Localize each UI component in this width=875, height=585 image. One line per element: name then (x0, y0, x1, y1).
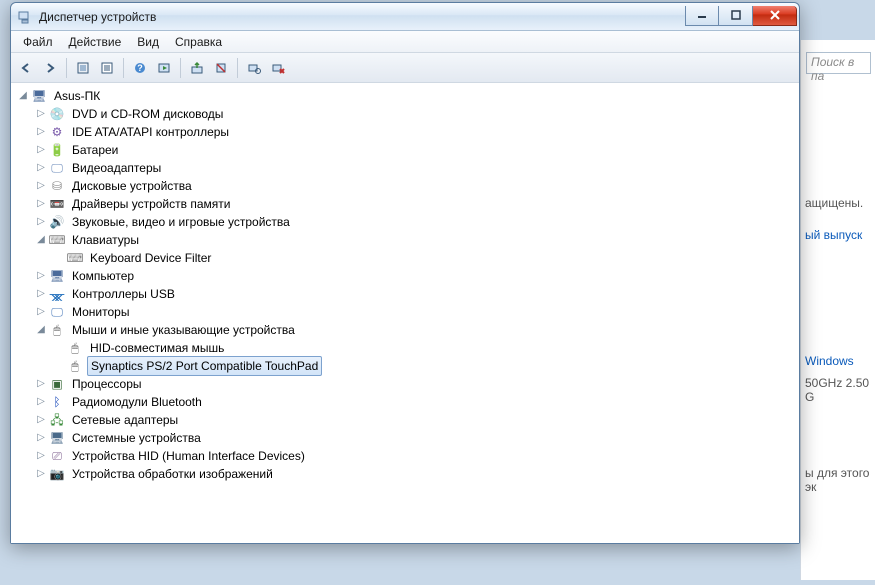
tree-item-battery[interactable]: Батареи (69, 141, 121, 159)
properties-button[interactable] (96, 57, 118, 79)
tree-item-disk[interactable]: Дисковые устройства (69, 177, 195, 195)
hid-icon: ⎚ (49, 448, 65, 464)
expander-icon[interactable]: ▷ (33, 159, 49, 177)
menu-action[interactable]: Действие (61, 32, 130, 52)
tree-item-video[interactable]: Видеоадаптеры (69, 159, 164, 177)
toolbar-separator (237, 58, 238, 78)
cpu-icon: ▣ (49, 376, 65, 392)
minimize-button[interactable] (685, 6, 719, 26)
tree-item-keyboards[interactable]: Клавиатуры (69, 231, 142, 249)
tree-root[interactable]: Asus-ПК (51, 87, 103, 105)
tree-item-mice[interactable]: Мыши и иные указывающие устройства (69, 321, 298, 339)
menu-file[interactable]: Файл (15, 32, 61, 52)
toolbar: ? (11, 53, 799, 83)
toolbar-separator (66, 58, 67, 78)
app-icon (17, 9, 33, 25)
bg-text-cpu: 50GHz 2.50 G (805, 376, 871, 404)
imaging-icon: 📷 (49, 466, 65, 482)
expander-icon[interactable]: ◢ (33, 231, 49, 249)
action-button[interactable] (153, 57, 175, 79)
expander-icon[interactable]: ▷ (33, 123, 49, 141)
tree-item-hid-mouse[interactable]: HID-совместимая мышь (87, 339, 227, 357)
search-input[interactable]: Поиск в па (806, 52, 871, 74)
tree-item-network[interactable]: Сетевые адаптеры (69, 411, 181, 429)
expander-icon[interactable]: ▷ (33, 105, 49, 123)
bluetooth-icon: ᛒ (49, 394, 65, 410)
menu-help[interactable]: Справка (167, 32, 230, 52)
back-button[interactable] (15, 57, 37, 79)
bg-text: ащищены. (805, 196, 871, 210)
tree-item-dvd[interactable]: DVD и CD-ROM дисководы (69, 105, 226, 123)
uninstall-button[interactable] (210, 57, 232, 79)
tree-item-cpu[interactable]: Процессоры (69, 375, 145, 393)
memory-driver-icon: 📼 (49, 196, 65, 212)
menubar: Файл Действие Вид Справка (11, 31, 799, 53)
scan-hardware-button[interactable] (243, 57, 265, 79)
tree-item-bluetooth[interactable]: Радиомодули Bluetooth (69, 393, 205, 411)
expander-icon[interactable]: ▷ (33, 303, 49, 321)
system-icon: 🖥 (49, 430, 65, 446)
disable-button[interactable] (267, 57, 289, 79)
tree-item-hid[interactable]: Устройства HID (Human Interface Devices) (69, 447, 308, 465)
expander-icon[interactable]: ▷ (33, 285, 49, 303)
dvd-icon: 💿 (49, 106, 65, 122)
tree-item-computer[interactable]: Компьютер (69, 267, 137, 285)
expander-icon[interactable]: ▷ (33, 213, 49, 231)
tree-item-system[interactable]: Системные устройства (69, 429, 204, 447)
tree-item-synaptics-touchpad[interactable]: Synaptics PS/2 Port Compatible TouchPad (87, 356, 322, 376)
expander-icon[interactable]: ▷ (33, 429, 49, 447)
expander-icon[interactable]: ▷ (33, 195, 49, 213)
background-panel: ащищены. ый выпуск Windows 50GHz 2.50 G … (800, 40, 875, 580)
expander-icon[interactable]: ◢ (15, 87, 31, 105)
disk-icon: ⛁ (49, 178, 65, 194)
network-icon: 🖧 (49, 412, 65, 428)
keyboard-icon: ⌨ (67, 250, 83, 266)
menu-view[interactable]: Вид (129, 32, 167, 52)
tree-item-memdrv[interactable]: Драйверы устройств памяти (69, 195, 233, 213)
expander-icon[interactable]: ▷ (33, 267, 49, 285)
expander-icon[interactable]: ◢ (33, 321, 49, 339)
toolbar-separator (180, 58, 181, 78)
toolbar-separator (123, 58, 124, 78)
display-adapter-icon: 🖵 (49, 160, 65, 176)
forward-button[interactable] (39, 57, 61, 79)
show-hidden-button[interactable] (72, 57, 94, 79)
expander-icon[interactable]: ▷ (33, 177, 49, 195)
titlebar[interactable]: Диспетчер устройств (11, 3, 799, 31)
svg-text:?: ? (137, 63, 143, 73)
maximize-button[interactable] (719, 6, 753, 26)
update-driver-button[interactable] (186, 57, 208, 79)
sound-icon: 🔊 (49, 214, 65, 230)
tree-item-monitors[interactable]: Мониторы (69, 303, 132, 321)
expander-icon[interactable]: ▷ (33, 447, 49, 465)
expander-icon[interactable]: ▷ (33, 465, 49, 483)
usb-icon: ᚘ (49, 286, 65, 302)
expander-icon[interactable]: ▷ (33, 393, 49, 411)
mouse-icon: 🖱 (49, 322, 65, 338)
mouse-icon: 🖱 (67, 358, 83, 374)
tree-item-sound[interactable]: Звуковые, видео и игровые устройства (69, 213, 293, 231)
expander-icon[interactable]: ▷ (33, 375, 49, 393)
tree-item-imaging[interactable]: Устройства обработки изображений (69, 465, 276, 483)
bg-link[interactable]: ый выпуск (805, 228, 871, 242)
tree-item-kbd-filter[interactable]: Keyboard Device Filter (87, 249, 214, 267)
device-tree[interactable]: ◢ 🖥 Asus-ПК ▷💿DVD и CD-ROM дисководы ▷⚙I… (11, 83, 799, 543)
help-button[interactable]: ? (129, 57, 151, 79)
computer-icon: 🖥 (49, 268, 65, 284)
keyboard-icon: ⌨ (49, 232, 65, 248)
window-title: Диспетчер устройств (39, 10, 685, 24)
ide-icon: ⚙ (49, 124, 65, 140)
bg-text-screen: ы для этого эк (805, 466, 871, 494)
device-manager-window: Диспетчер устройств Файл Действие Вид Сп… (10, 2, 800, 544)
expander-icon[interactable]: ▷ (33, 411, 49, 429)
battery-icon: 🔋 (49, 142, 65, 158)
close-button[interactable] (753, 6, 797, 26)
tree-item-ide[interactable]: IDE ATA/ATAPI контроллеры (69, 123, 232, 141)
bg-link-windows[interactable]: Windows (805, 354, 871, 368)
tree-item-usb[interactable]: Контроллеры USB (69, 285, 178, 303)
computer-icon: 🖥 (31, 88, 47, 104)
mouse-icon: 🖱 (67, 340, 83, 356)
expander-icon[interactable]: ▷ (33, 141, 49, 159)
monitor-icon: 🖵 (49, 304, 65, 320)
